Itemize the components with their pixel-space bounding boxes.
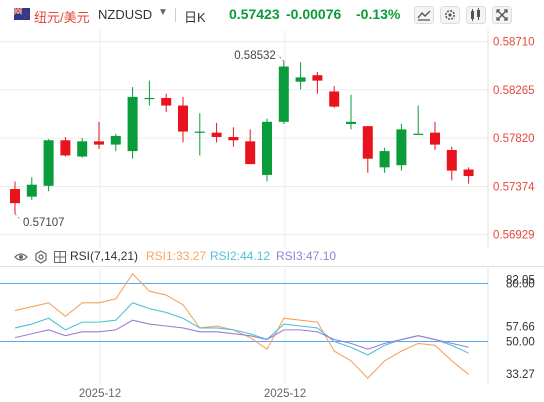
- price-chart[interactable]: 0.58710 0.58265 0.57820 0.57374 0.56929 0.58…: [0, 30, 544, 248]
- candle-body: [396, 129, 407, 166]
- pair-chinese-name[interactable]: 纽元/美元: [34, 7, 90, 26]
- candle-body: [211, 132, 222, 137]
- rsi-tick-label: 57.66: [506, 322, 535, 334]
- candle-body: [144, 97, 155, 100]
- chart-type-icon[interactable]: [466, 6, 486, 24]
- symbol-selector[interactable]: NZDUSD: [98, 7, 152, 22]
- price-tick-label: 0.57820: [493, 133, 535, 145]
- candle-body: [379, 151, 390, 168]
- candle-body: [278, 66, 289, 122]
- candle-body: [413, 133, 424, 135]
- date-tick-label: 2025-12: [264, 388, 306, 400]
- eye-icon[interactable]: [14, 251, 28, 263]
- rsi-chart[interactable]: 80.0082.0557.6650.0033.272025-12 2025-12: [0, 266, 544, 402]
- candles: [10, 61, 474, 214]
- candle-body: [94, 141, 104, 145]
- high-leader-line: [277, 54, 285, 62]
- candle-body: [295, 77, 306, 82]
- low-leader-line: [14, 213, 22, 221]
- price-tick-label: 0.58265: [493, 85, 535, 97]
- price-tick-label: 0.57374: [493, 181, 535, 193]
- price-annotations: 0.58532 0.57107: [14, 50, 285, 229]
- period-selector[interactable]: 日K: [184, 7, 206, 26]
- last-price: 0.57423: [229, 6, 280, 22]
- date-tick-label: 2025-12: [79, 388, 121, 400]
- candle-body: [245, 141, 256, 165]
- candle-body: [430, 132, 440, 145]
- rsi-grid: [0, 266, 544, 384]
- toolbar-divider: [175, 8, 176, 22]
- rsi2-label: RSI2:44.12: [210, 249, 271, 263]
- rsi1-label: RSI1:33.27: [146, 249, 207, 263]
- rsi3-label: RSI3:47.10: [276, 249, 337, 263]
- candle-body: [127, 96, 138, 152]
- grid-icon[interactable]: [54, 251, 66, 263]
- candle-body: [463, 169, 474, 177]
- gear-icon[interactable]: [440, 6, 460, 24]
- rsi-axis: 80.0082.0557.6650.0033.272025-12 2025-12: [79, 275, 535, 400]
- rsi-tick-label: 82.05: [506, 275, 535, 287]
- high-price-label: 0.58532: [234, 50, 276, 62]
- candle-body: [110, 135, 121, 145]
- rsi-series-line-3: [14, 319, 469, 350]
- candle-body: [262, 121, 272, 175]
- fullscreen-icon[interactable]: [492, 6, 512, 24]
- candle-body: [77, 141, 88, 157]
- candle-body: [228, 137, 239, 141]
- candle-body: [178, 105, 188, 132]
- candle-body: [43, 140, 54, 186]
- rsi-title: RSI(7,14,21): [70, 249, 139, 263]
- settings-icon[interactable]: [34, 250, 48, 264]
- toolbar: 纽元/美元 NZDUSD ▼ 日K 0.57423 -0.00076 -0.13…: [0, 0, 544, 30]
- price-tick-label: 0.58710: [493, 37, 535, 49]
- candle-body: [26, 184, 37, 197]
- rsi-tick-label: 50.00: [506, 336, 535, 348]
- candle-body: [161, 97, 172, 106]
- candle-body: [60, 140, 71, 156]
- candle-body: [194, 131, 205, 133]
- candle-body: [346, 121, 356, 124]
- rsi-series-line-1: [14, 272, 469, 379]
- candle-body: [446, 150, 457, 171]
- chevron-down-icon[interactable]: ▼: [158, 7, 168, 18]
- candle-body: [312, 75, 323, 81]
- nz-flag-icon: [14, 8, 30, 20]
- price-change-percent: -0.13%: [356, 6, 401, 22]
- low-price-label: 0.57107: [23, 217, 65, 229]
- rsi-lines: [14, 272, 469, 379]
- rsi-series-line-2: [14, 302, 469, 356]
- candle-body: [10, 189, 20, 204]
- rsi-tick-label: 33.27: [506, 369, 535, 381]
- price-change: -0.00076: [286, 6, 342, 22]
- price-tick-label: 0.56929: [493, 230, 535, 242]
- candle-body: [362, 126, 373, 159]
- price-axis: 0.58710 0.58265 0.57820 0.57374 0.56929: [493, 37, 535, 242]
- candle-body: [329, 91, 340, 107]
- indicator-icon[interactable]: [414, 6, 434, 24]
- price-grid: [0, 30, 489, 248]
